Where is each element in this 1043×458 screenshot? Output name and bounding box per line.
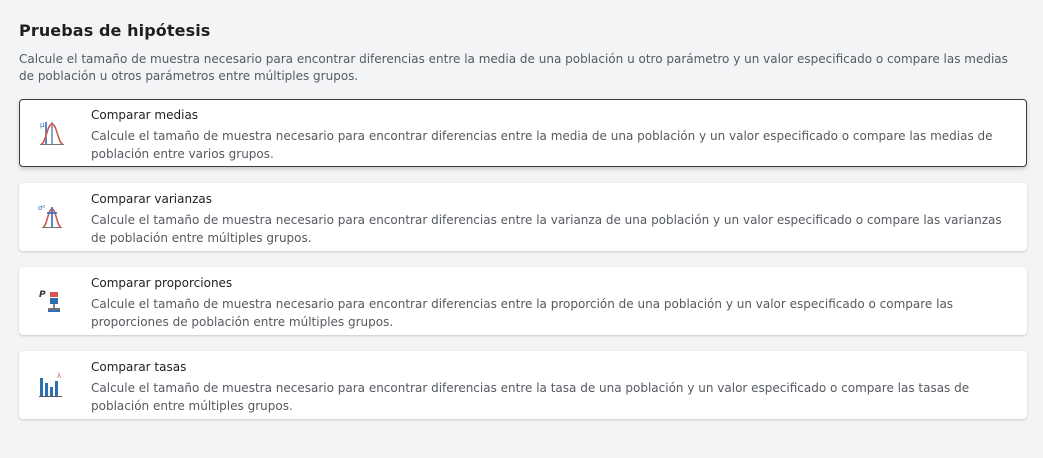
compare-proportions-icon: P <box>37 285 65 315</box>
card-title: Comparar varianzas <box>91 192 213 206</box>
svg-text:λ: λ <box>57 372 61 380</box>
svg-text:σ²: σ² <box>38 204 45 212</box>
compare-variances-icon: σ² <box>37 201 65 231</box>
card-compare-proportions[interactable]: P Comparar proporciones Calcule el tamañ… <box>19 267 1027 335</box>
card-description: Calcule el tamaño de muestra necesario p… <box>91 381 970 413</box>
card-description: Calcule el tamaño de muestra necesario p… <box>91 129 993 161</box>
card-compare-rates[interactable]: λ Comparar tasas Calcule el tamaño de mu… <box>19 351 1027 419</box>
svg-text:P: P <box>39 290 46 300</box>
card-compare-variances[interactable]: σ² Comparar varianzas Calcule el tamaño … <box>19 183 1027 251</box>
card-compare-means[interactable]: μ Comparar medias Calcule el tamaño de m… <box>19 99 1027 167</box>
card-title: Comparar proporciones <box>91 276 233 290</box>
hypothesis-tests-section: Pruebas de hipótesis Calcule el tamaño d… <box>19 20 1027 85</box>
card-description: Calcule el tamaño de muestra necesario p… <box>91 213 1002 245</box>
card-description: Calcule el tamaño de muestra necesario p… <box>91 297 954 329</box>
card-title: Comparar medias <box>91 108 199 122</box>
compare-means-icon: μ <box>38 118 66 148</box>
svg-text:μ: μ <box>40 121 45 129</box>
section-title: Pruebas de hipótesis <box>19 21 211 40</box>
test-cards-list: μ Comparar medias Calcule el tamaño de m… <box>19 99 1027 435</box>
card-title: Comparar tasas <box>91 360 187 374</box>
compare-rates-icon: λ <box>37 369 65 399</box>
section-description: Calcule el tamaño de muestra necesario p… <box>19 52 1008 83</box>
